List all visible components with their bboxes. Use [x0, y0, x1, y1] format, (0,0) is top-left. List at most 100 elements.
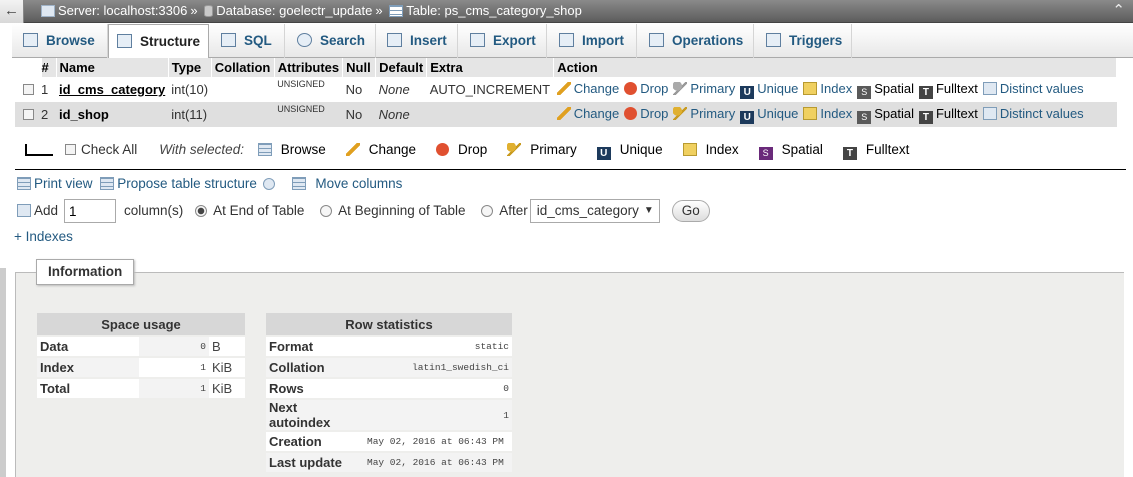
space-value: 0	[139, 337, 209, 356]
header-attributes[interactable]: Attributes	[274, 58, 344, 77]
spatial-action[interactable]: S Spatial	[857, 80, 914, 99]
check-all-checkbox[interactable]	[65, 144, 76, 155]
button-label: Index	[705, 142, 739, 157]
stat-value: May 02, 2016 at 06:43 PM	[364, 453, 512, 472]
breadcrumb-table[interactable]: Table: ps_cms_category_shop	[406, 3, 582, 18]
row-name[interactable]: id_shop	[59, 107, 109, 122]
row-type: int(11)	[168, 102, 212, 127]
spatial-action[interactable]: S Spatial	[857, 105, 914, 124]
collapse-icon[interactable]: ⌃	[1112, 1, 1125, 19]
header-name[interactable]: Name	[56, 58, 169, 77]
table-header-row: Space usage	[37, 313, 245, 335]
radio-beginning-of-table[interactable]	[320, 205, 333, 217]
tab-browse[interactable]: Browse	[12, 24, 108, 58]
tab-label: Export	[493, 33, 536, 48]
radio-end-of-table[interactable]	[195, 205, 208, 217]
tab-insert[interactable]: Insert	[376, 24, 458, 58]
table-row: Creation May 02, 2016 at 06:43 PM	[266, 432, 512, 451]
row-checkbox[interactable]	[23, 84, 34, 95]
add-count-input[interactable]	[64, 199, 117, 224]
index-icon	[803, 81, 818, 95]
breadcrumb-database[interactable]: Database: goelectr_update	[216, 3, 372, 18]
after-label[interactable]: After	[499, 203, 528, 218]
browse-icon	[257, 143, 272, 156]
fulltext-action[interactable]: T Fulltext	[918, 106, 978, 124]
primary-action[interactable]: Primary	[673, 106, 735, 121]
distinct-values-action[interactable]: Distinct values	[982, 106, 1084, 121]
selected-browse-button[interactable]: Browse	[257, 142, 326, 157]
header-default[interactable]: Default	[375, 58, 428, 77]
row-type: int(10)	[168, 77, 212, 102]
action-label: Index	[820, 105, 853, 121]
tab-triggers[interactable]: Triggers	[754, 24, 852, 58]
row-name[interactable]: id_cms_category	[59, 82, 165, 97]
indexes-toggle[interactable]: + Indexes	[14, 229, 73, 244]
check-all-label[interactable]: Check All	[81, 142, 137, 157]
primary-action[interactable]: Primary	[673, 81, 735, 96]
arrow-icon	[25, 144, 53, 156]
tab-structure[interactable]: Structure	[108, 24, 209, 59]
unique-action[interactable]: U Unique	[740, 81, 798, 99]
header-type[interactable]: Type	[168, 58, 212, 77]
row-num: 1	[41, 77, 56, 102]
drop-action[interactable]: Drop	[624, 81, 668, 96]
tab-label: Structure	[140, 34, 201, 49]
pencil-icon	[556, 106, 571, 120]
move-columns-link[interactable]: Move columns	[315, 176, 402, 191]
space-value: 1	[139, 379, 209, 398]
selected-spatial-button[interactable]: S Spatial	[758, 142, 823, 160]
action-label: Distinct values	[999, 80, 1084, 96]
tab-sql[interactable]: SQL	[209, 24, 285, 58]
index-action[interactable]: Index	[803, 81, 852, 96]
unique-action[interactable]: U Unique	[740, 106, 798, 124]
selected-change-button[interactable]: Change	[345, 142, 416, 157]
header-extra[interactable]: Extra	[426, 58, 555, 77]
spatial-icon: S	[857, 110, 872, 124]
table-row: 2 id_shop int(11) UNSIGNED No None Chang…	[15, 102, 1117, 127]
space-value: 1	[139, 358, 209, 377]
selected-drop-button[interactable]: Drop	[436, 142, 487, 157]
action-label: Spatial	[874, 80, 914, 96]
selected-index-button[interactable]: Index	[682, 142, 739, 157]
tab-export[interactable]: Export	[458, 24, 547, 58]
tab-import[interactable]: Import	[547, 24, 637, 58]
tab-operations[interactable]: Operations	[637, 24, 754, 58]
propose-structure-link[interactable]: Propose table structure	[117, 176, 257, 191]
change-action[interactable]: Change	[556, 106, 619, 121]
row-attributes: UNSIGNED	[274, 102, 343, 127]
tab-search[interactable]: Search	[285, 24, 376, 58]
action-label: Primary	[690, 80, 736, 96]
selected-unique-button[interactable]: U Unique	[596, 142, 663, 160]
select-value: id_cms_category	[536, 203, 639, 219]
button-label: Primary	[530, 142, 577, 157]
tab-bar: Browse Structure SQL Search Insert Expor…	[12, 24, 1133, 59]
action-label: Drop	[640, 80, 669, 96]
selected-fulltext-button[interactable]: T Fulltext	[842, 142, 909, 160]
database-icon	[204, 5, 214, 17]
breadcrumb-server[interactable]: Server: localhost:3306	[58, 3, 187, 18]
radio-after[interactable]	[481, 205, 494, 217]
drop-action[interactable]: Drop	[624, 106, 668, 121]
row-null: No	[342, 77, 376, 102]
distinct-values-action[interactable]: Distinct values	[982, 80, 1084, 96]
beginning-of-table-label[interactable]: At Beginning of Table	[338, 203, 465, 218]
key-icon	[507, 143, 522, 156]
go-button[interactable]: Go	[671, 200, 710, 223]
change-action[interactable]: Change	[556, 81, 619, 96]
help-icon[interactable]	[262, 178, 275, 190]
print-view-link[interactable]: Print view	[34, 176, 93, 191]
header-collation[interactable]: Collation	[211, 58, 275, 77]
fulltext-action[interactable]: T Fulltext	[918, 81, 978, 99]
add-columns-row: Add column(s) At End of Table At Beginnin…	[17, 199, 710, 224]
row-attributes: UNSIGNED	[274, 77, 343, 102]
header-null[interactable]: Null	[342, 58, 377, 77]
back-arrow-icon[interactable]: ←	[0, 0, 24, 23]
information-legend: Information	[36, 259, 135, 285]
row-checkbox[interactable]	[23, 109, 34, 120]
action-label: Spatial	[874, 105, 914, 121]
index-icon	[682, 143, 697, 156]
end-of-table-label[interactable]: At End of Table	[213, 203, 304, 218]
after-column-select[interactable]: id_cms_category ▼	[529, 199, 660, 224]
index-action[interactable]: Index	[803, 106, 852, 121]
selected-primary-button[interactable]: Primary	[507, 142, 577, 157]
